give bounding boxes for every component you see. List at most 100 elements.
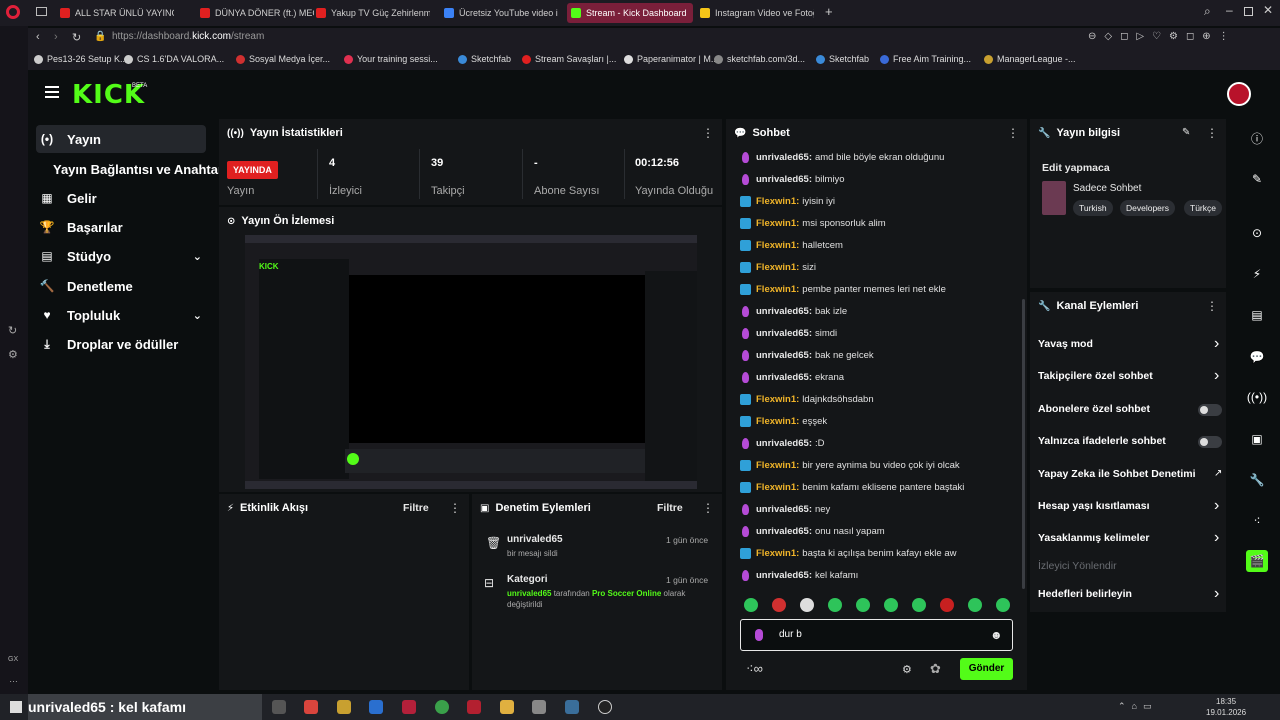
pencil-icon[interactable]: ✎ bbox=[1246, 168, 1268, 190]
bookmark-item[interactable]: Pes13-26 Setup K... bbox=[34, 54, 128, 64]
bookmark-item[interactable]: Sketchfab bbox=[816, 54, 869, 64]
chat-scrollbar[interactable] bbox=[1022, 299, 1025, 589]
chevron-right-icon[interactable]: › bbox=[1214, 497, 1219, 515]
chat-input-value[interactable]: dur b bbox=[779, 629, 802, 640]
wrench-icon[interactable]: 🔧 bbox=[1246, 469, 1268, 491]
channel-action-label[interactable]: Takipçilere özel sohbet bbox=[1038, 370, 1218, 382]
chat-username[interactable]: Flexwin1 bbox=[756, 284, 796, 295]
edit-icon[interactable]: ✎ bbox=[1182, 127, 1190, 138]
app-icon[interactable] bbox=[500, 700, 514, 714]
chat-username[interactable]: Flexwin1 bbox=[756, 548, 796, 559]
emoji-icon[interactable]: ☻ bbox=[990, 628, 1003, 642]
history-icon[interactable]: ↻ bbox=[8, 324, 17, 337]
dots-icon[interactable]: ⁖ bbox=[1246, 510, 1268, 532]
emote-icon[interactable] bbox=[800, 598, 814, 612]
emote-icon[interactable] bbox=[772, 598, 786, 612]
channel-action-label[interactable]: Yapay Zeka ile Sohbet Denetimi bbox=[1038, 468, 1218, 480]
bookmark-item[interactable]: Stream Savaşları |... bbox=[522, 54, 616, 64]
browser-tab[interactable]: Yakup TV Güç Zehirlenme bbox=[312, 3, 430, 23]
chevron-right-icon[interactable]: › bbox=[1214, 335, 1219, 353]
search-icon[interactable]: ⌕ bbox=[1204, 4, 1211, 19]
chat-icon[interactable]: 💬 bbox=[1246, 346, 1268, 368]
chat-username[interactable]: unrivaled65 bbox=[756, 372, 809, 383]
chat-username[interactable]: unrivaled65 bbox=[756, 570, 809, 581]
bookmark-item[interactable]: Your training sessi... bbox=[344, 54, 438, 64]
points-icon[interactable]: ⁖∞ bbox=[746, 661, 763, 677]
chat-username[interactable]: Flexwin1 bbox=[756, 196, 796, 207]
mod-category[interactable]: Pro Soccer Online bbox=[592, 589, 661, 598]
sidebar-item[interactable]: ♥ Topluluk ⌄ bbox=[36, 301, 206, 329]
sidebar-item[interactable]: Yayın Bağlantısı ve Anahtarı bbox=[36, 155, 227, 183]
chat-username[interactable]: Flexwin1 bbox=[756, 262, 796, 273]
avatar[interactable] bbox=[1227, 82, 1251, 106]
gx-icon[interactable]: GX bbox=[8, 656, 18, 663]
sidebar-item[interactable]: 🏆 Başarılar bbox=[36, 213, 206, 241]
more-options-icon[interactable]: ⋮ bbox=[1206, 126, 1218, 140]
broadcast-icon[interactable]: ((•)) bbox=[1246, 386, 1268, 408]
more-options-icon[interactable]: ⋮ bbox=[1206, 299, 1218, 313]
bookmark-item[interactable]: CS 1.6'DA VALORA... bbox=[124, 54, 224, 64]
bookmark-item[interactable]: sketchfab.com/3d... bbox=[714, 54, 805, 64]
chevron-right-icon[interactable]: › bbox=[1214, 529, 1219, 547]
taskview-icon[interactable] bbox=[272, 700, 286, 714]
shield-icon[interactable]: ▣ bbox=[1246, 428, 1268, 450]
bookmark-item[interactable]: Sketchfab bbox=[458, 54, 511, 64]
chat-username[interactable]: Flexwin1 bbox=[756, 218, 796, 229]
camera-icon[interactable]: ⊙ bbox=[1246, 222, 1268, 244]
browser-tab[interactable]: ALL STAR ÜNLÜ YAYINCIL bbox=[56, 3, 174, 23]
sidebar-item[interactable]: (•) Yayın bbox=[36, 125, 206, 153]
browser-tab[interactable]: Stream - Kick Dashboard bbox=[567, 3, 693, 23]
minimize-icon[interactable]: – bbox=[1226, 3, 1233, 17]
opera-logo-icon[interactable] bbox=[6, 5, 20, 19]
category-name[interactable]: Sadece Sohbet bbox=[1073, 183, 1141, 194]
forward-icon[interactable]: › bbox=[54, 31, 58, 43]
settings-icon[interactable]: ⚙ bbox=[902, 663, 912, 676]
more-options-icon[interactable]: ⋮ bbox=[1007, 126, 1019, 140]
browser-tab[interactable]: Instagram Video ve Fotoğr bbox=[696, 3, 814, 23]
emote-icon[interactable] bbox=[940, 598, 954, 612]
toggle-switch[interactable] bbox=[1198, 404, 1222, 416]
channel-action-label[interactable]: Hedefleri belirleyin bbox=[1038, 588, 1218, 600]
bookmark-item[interactable]: Paperanimator | M... bbox=[624, 54, 718, 64]
chat-username[interactable]: unrivaled65 bbox=[756, 350, 809, 361]
chat-username[interactable]: unrivaled65 bbox=[756, 328, 809, 339]
filter-button[interactable]: Filtre bbox=[657, 502, 683, 514]
sidebar-item[interactable]: ⤓ Droplar ve ödüller bbox=[36, 330, 206, 358]
reload-icon[interactable]: ↻ bbox=[72, 31, 81, 44]
bookmark-item[interactable]: Free Aim Training... bbox=[880, 54, 971, 64]
bookmark-item[interactable]: ManagerLeague -... bbox=[984, 54, 1076, 64]
emote-icon[interactable] bbox=[996, 598, 1010, 612]
tray-icons[interactable]: ⌃⌂▭ bbox=[1118, 701, 1157, 712]
channel-action-label[interactable]: Abonelere özel sohbet bbox=[1038, 403, 1218, 415]
emote-icon[interactable] bbox=[744, 598, 758, 612]
channel-action-label[interactable]: Hesap yaşı kısıtlaması bbox=[1038, 500, 1218, 512]
emote-icon[interactable] bbox=[884, 598, 898, 612]
category-thumbnail[interactable] bbox=[1042, 181, 1066, 215]
emote-icon[interactable] bbox=[912, 598, 926, 612]
info-icon[interactable]: ⓘ bbox=[1246, 127, 1268, 149]
app-icon[interactable] bbox=[402, 700, 416, 714]
clock[interactable]: 18:35 19.01.2026 bbox=[1206, 696, 1246, 718]
start-icon[interactable] bbox=[10, 701, 22, 713]
app-icon[interactable] bbox=[467, 700, 481, 714]
mod-settings-icon[interactable]: ✿ bbox=[930, 661, 941, 677]
send-button[interactable]: Gönder bbox=[960, 658, 1013, 680]
close-icon[interactable]: ✕ bbox=[1263, 3, 1273, 17]
external-link-icon[interactable]: ↗ bbox=[1214, 468, 1222, 479]
chat-username[interactable]: Flexwin1 bbox=[756, 416, 796, 427]
stream-tag[interactable]: Developers bbox=[1120, 200, 1175, 216]
browser-tab[interactable]: Ücretsiz YouTube video in bbox=[440, 3, 558, 23]
emote-icon[interactable] bbox=[828, 598, 842, 612]
bookmark-item[interactable]: Sosyal Medya İçer... bbox=[236, 54, 330, 64]
chevron-right-icon[interactable]: › bbox=[1214, 585, 1219, 603]
stream-tag[interactable]: Turkish bbox=[1073, 200, 1113, 216]
tab-grid-icon[interactable] bbox=[36, 7, 47, 16]
chat-username[interactable]: Flexwin1 bbox=[756, 394, 796, 405]
settings-icon[interactable]: ⚙ bbox=[8, 348, 18, 361]
bolt-icon[interactable]: ⚡ bbox=[1246, 263, 1268, 285]
emote-icon[interactable] bbox=[856, 598, 870, 612]
more-icon[interactable]: … bbox=[9, 674, 18, 684]
chat-username[interactable]: unrivaled65 bbox=[756, 504, 809, 515]
app-icon[interactable] bbox=[337, 700, 351, 714]
maximize-icon[interactable] bbox=[1244, 7, 1253, 16]
